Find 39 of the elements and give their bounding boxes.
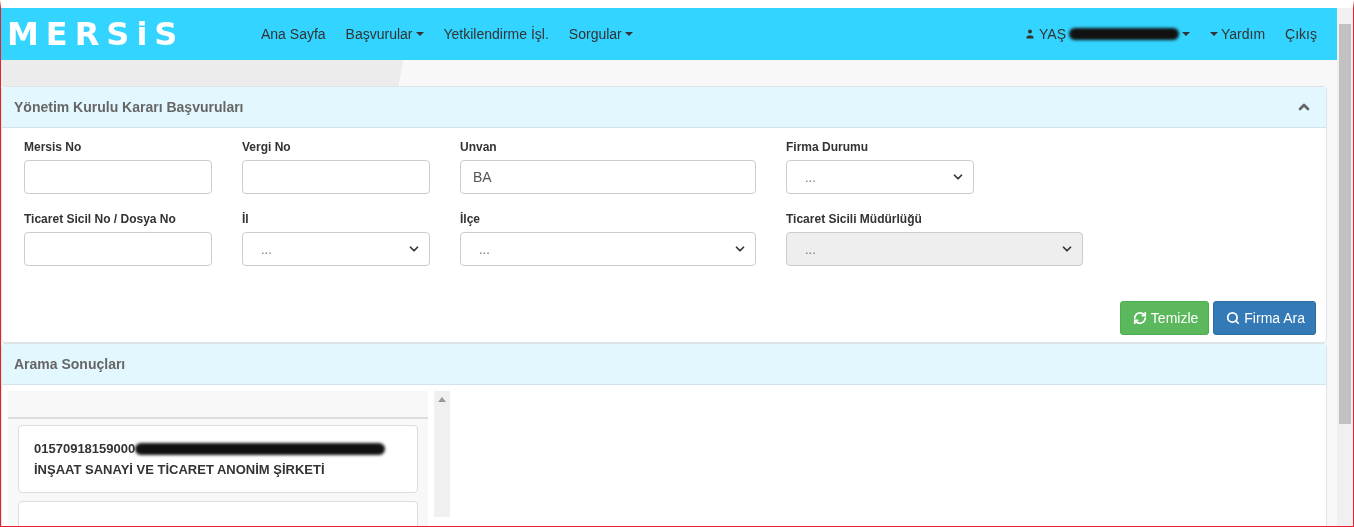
page-scrollbar[interactable] bbox=[1337, 8, 1353, 526]
caret-icon bbox=[1182, 32, 1190, 36]
panel-title: Arama Sonuçları bbox=[14, 356, 126, 372]
scroll-up-icon[interactable] bbox=[438, 397, 446, 402]
field-label: İlçe bbox=[460, 212, 481, 226]
field-label: Mersis No bbox=[24, 140, 83, 154]
nav-link[interactable]: Yardım bbox=[1200, 26, 1276, 42]
search-button[interactable]: Firma Ara bbox=[1213, 301, 1316, 335]
input-field[interactable] bbox=[24, 160, 212, 194]
select-field[interactable]: ... bbox=[460, 232, 756, 266]
result-card[interactable]: 01570918159000 İNŞAAT SANAYİ VE TİCARET ANONİM ŞİRKETİ bbox=[18, 425, 418, 493]
input-field[interactable] bbox=[242, 160, 430, 194]
search-icon bbox=[1226, 311, 1241, 325]
result-title: İNŞAAT SANAYİ VE TİCARET ANONİM ŞİRKETİ bbox=[34, 461, 326, 479]
result-number: 01570918159000 bbox=[34, 440, 136, 458]
caret-icon bbox=[1210, 32, 1218, 36]
field-label: İl bbox=[242, 212, 250, 226]
list-scrollbar[interactable] bbox=[434, 391, 450, 517]
caret-icon bbox=[415, 32, 424, 36]
nav-link[interactable]: Ana Sayfa bbox=[251, 26, 336, 42]
nav-link[interactable]: Yetkilendirme İşl. bbox=[433, 26, 559, 42]
scrollbar-thumb[interactable] bbox=[1339, 24, 1351, 424]
select-field[interactable]: ... bbox=[242, 232, 430, 266]
nav-link[interactable]: Sorgular bbox=[558, 26, 643, 42]
refresh-icon bbox=[1132, 311, 1147, 325]
user-menu[interactable]: YAŞ bbox=[1014, 26, 1200, 42]
input-field[interactable]: BA bbox=[460, 160, 756, 194]
input-field[interactable] bbox=[24, 232, 212, 266]
panel-title: Yönetim Kurulu Kararı Başvuruları bbox=[14, 99, 244, 115]
nav-link[interactable]: Çıkış bbox=[1275, 26, 1327, 42]
caret-icon bbox=[624, 32, 633, 36]
select-field[interactable]: ... bbox=[786, 160, 974, 194]
field-label: Vergi No bbox=[242, 140, 292, 154]
field-label: Ticaret Sicili Müdürlüğü bbox=[786, 212, 923, 226]
field-label: Unvan bbox=[460, 140, 498, 154]
field-label: Ticaret Sicil No / Dosya No bbox=[24, 212, 177, 226]
user-icon bbox=[1024, 28, 1037, 40]
field-label: Firma Durumu bbox=[786, 140, 869, 154]
nav-link[interactable]: Başvurular bbox=[335, 26, 434, 42]
